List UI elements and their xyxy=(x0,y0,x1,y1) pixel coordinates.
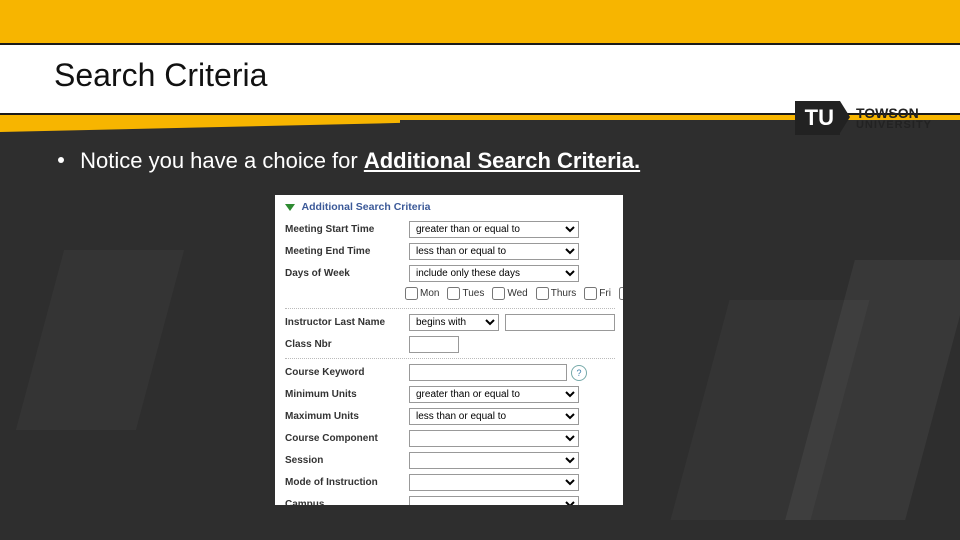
bullet-emphasis: Additional Search Criteria. xyxy=(364,148,640,173)
checkbox-sat[interactable] xyxy=(619,287,623,300)
instructor-input[interactable] xyxy=(505,314,615,331)
section-title: Additional Search Criteria xyxy=(302,201,431,213)
meeting-start-label: Meeting Start Time xyxy=(285,224,409,235)
component-select[interactable] xyxy=(409,430,579,447)
checkbox-thu[interactable] xyxy=(536,287,549,300)
page-title: Search Criteria xyxy=(0,45,960,94)
campus-select[interactable] xyxy=(409,496,579,505)
form-screenshot: Additional Search Criteria Meeting Start… xyxy=(275,195,623,505)
days-select[interactable]: include only these days xyxy=(409,265,579,282)
checkbox-tue[interactable] xyxy=(447,287,460,300)
day-mon[interactable]: Mon xyxy=(405,287,439,300)
day-sat[interactable]: Sa xyxy=(619,287,623,300)
logo-badge: TU xyxy=(795,101,840,135)
checkbox-mon[interactable] xyxy=(405,287,418,300)
days-label: Days of Week xyxy=(285,268,409,279)
mode-select[interactable] xyxy=(409,474,579,491)
bullet-prefix: Notice you have a choice for xyxy=(80,148,364,173)
keyword-label: Course Keyword xyxy=(285,367,409,378)
mode-label: Mode of Instruction xyxy=(285,477,409,488)
checkbox-wed[interactable] xyxy=(492,287,505,300)
bg-shape xyxy=(16,250,184,430)
bullet-dot-icon xyxy=(58,157,64,163)
logo-text: TOWSON UNIVERSITY xyxy=(856,106,932,131)
logo: TU TOWSON UNIVERSITY xyxy=(795,101,932,135)
classnbr-input[interactable] xyxy=(409,336,459,353)
separator xyxy=(285,358,615,359)
day-wed[interactable]: Wed xyxy=(492,287,527,300)
keyword-input[interactable] xyxy=(409,364,567,381)
checkbox-fri[interactable] xyxy=(584,287,597,300)
collapse-triangle-icon[interactable] xyxy=(285,204,295,211)
separator xyxy=(285,308,615,309)
maxunits-select[interactable]: less than or equal to xyxy=(409,408,579,425)
meeting-end-label: Meeting End Time xyxy=(285,246,409,257)
meeting-end-select[interactable]: less than or equal to xyxy=(409,243,579,260)
classnbr-label: Class Nbr xyxy=(285,339,409,350)
help-icon[interactable]: ? xyxy=(571,365,587,381)
logo-line2: UNIVERSITY xyxy=(856,120,932,131)
days-checkboxes: Mon Tues Wed Thurs Fri Sa xyxy=(405,287,615,300)
instructor-op-select[interactable]: begins with xyxy=(409,314,499,331)
day-thu[interactable]: Thurs xyxy=(536,287,577,300)
day-fri[interactable]: Fri xyxy=(584,287,611,300)
maxunits-label: Maximum Units xyxy=(285,411,409,422)
session-label: Session xyxy=(285,455,409,466)
title-bar: Search Criteria TU TOWSON UNIVERSITY xyxy=(0,43,960,115)
day-tue[interactable]: Tues xyxy=(447,287,484,300)
campus-label: Campus xyxy=(285,499,409,505)
session-select[interactable] xyxy=(409,452,579,469)
slide: Search Criteria TU TOWSON UNIVERSITY Not… xyxy=(0,0,960,540)
minunits-label: Minimum Units xyxy=(285,389,409,400)
section-header[interactable]: Additional Search Criteria xyxy=(285,201,615,213)
component-label: Course Component xyxy=(285,433,409,444)
bullet-line: Notice you have a choice for Additional … xyxy=(58,148,920,174)
instructor-label: Instructor Last Name xyxy=(285,317,409,328)
minunits-select[interactable]: greater than or equal to xyxy=(409,386,579,403)
meeting-start-select[interactable]: greater than or equal to xyxy=(409,221,579,238)
